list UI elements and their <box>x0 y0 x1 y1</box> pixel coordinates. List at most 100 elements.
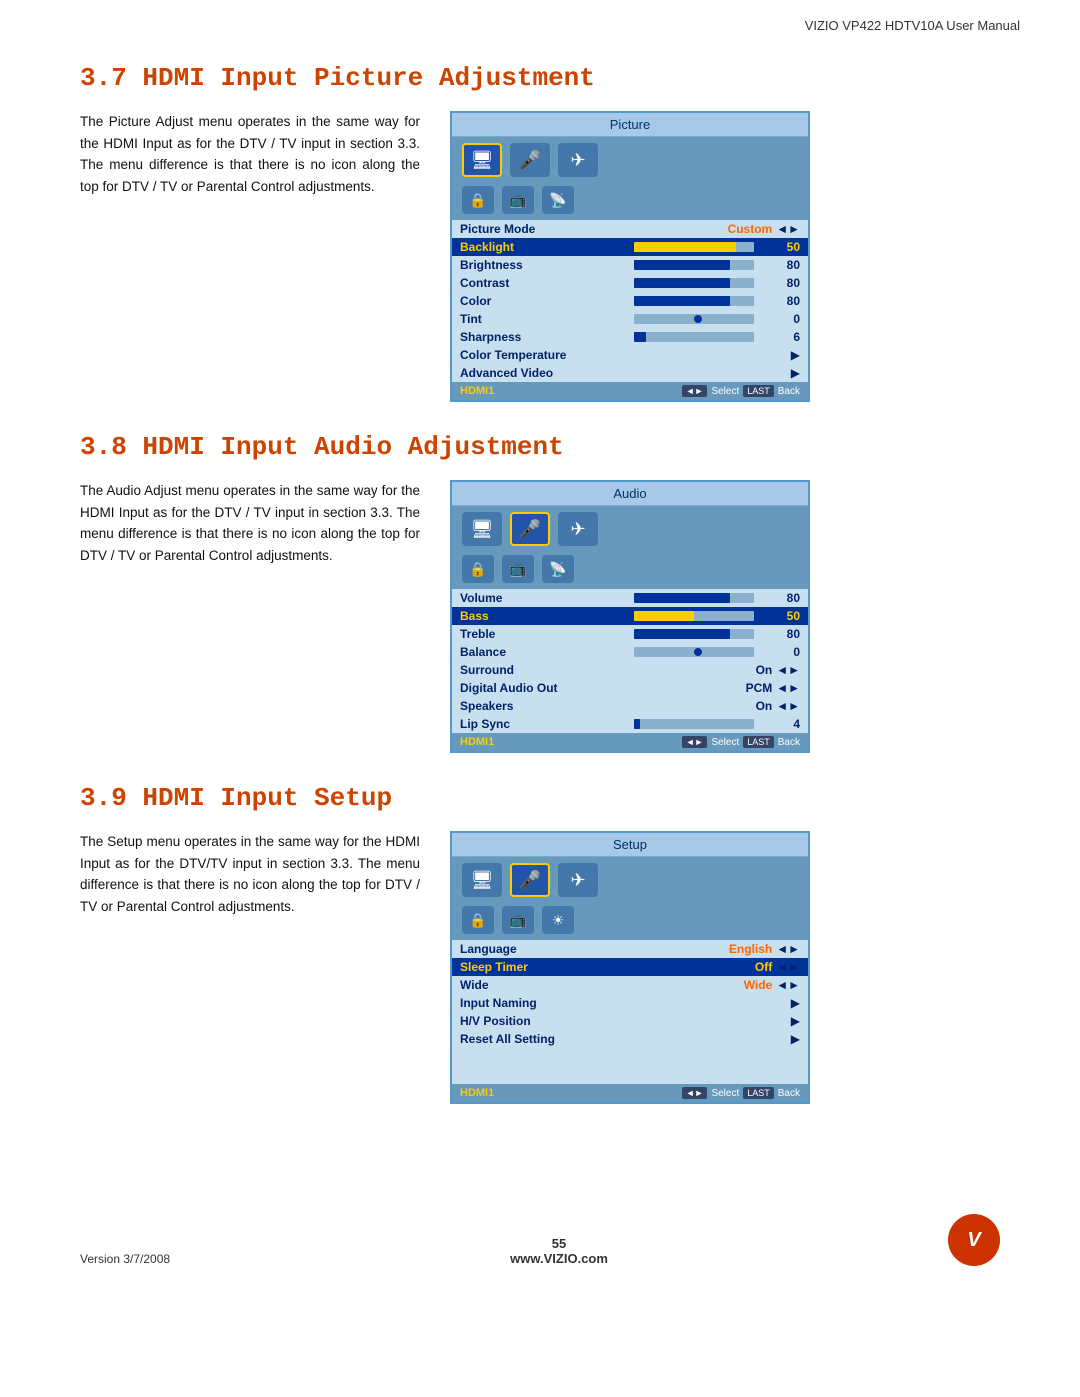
audio-icon-setup: ✈ <box>558 512 598 546</box>
picture-icon-small1: 🔒 <box>462 186 494 214</box>
volume-label: Volume <box>460 591 628 605</box>
color-value: 80 <box>760 294 800 308</box>
wide-value: Wide <box>744 978 773 992</box>
picture-menu-title: Picture <box>452 113 808 137</box>
bass-bar-fill <box>634 611 694 621</box>
version-text: Version 3/7/2008 <box>80 1252 170 1266</box>
color-temp-arrow: ▶ <box>791 348 800 362</box>
hv-position-label: H/V Position <box>460 1014 625 1028</box>
section-38-row: The Audio Adjust menu operates in the sa… <box>80 480 1000 753</box>
audio-select-label: Select <box>711 737 739 748</box>
audio-nav-btn: ◄► <box>682 736 708 748</box>
sharpness-label: Sharpness <box>460 330 628 344</box>
reset-all-label: Reset All Setting <box>460 1032 625 1046</box>
tint-bar <box>634 314 754 324</box>
section-38-title: 3.8 HDMI Input Audio Adjustment <box>80 432 1000 462</box>
picture-icon-mic: 🎤 <box>510 143 550 177</box>
treble-label: Treble <box>460 627 628 641</box>
picture-nav-btn: ◄► <box>682 385 708 397</box>
picture-select-label: Select <box>711 386 739 397</box>
input-naming-row: Input Naming ▶ <box>452 994 808 1012</box>
picture-mode-value: Custom <box>728 222 773 236</box>
setup-select-label: Select <box>711 1088 739 1099</box>
bass-bar <box>634 611 754 621</box>
tint-value: 0 <box>760 312 800 326</box>
brightness-value: 80 <box>760 258 800 272</box>
surround-row: Surround On ◄► <box>452 661 808 679</box>
page-footer: Version 3/7/2008 55 www.VIZIO.com V <box>0 1194 1080 1286</box>
setup-icon-monitor: 🖥 <box>462 863 502 897</box>
volume-bar-fill <box>634 593 730 603</box>
input-naming-arrow: ▶ <box>791 996 800 1010</box>
setup-nav-btn: ◄► <box>682 1087 708 1099</box>
advanced-video-label: Advanced Video <box>460 366 625 380</box>
color-row: Color 80 <box>452 292 808 310</box>
audio-icon-small2: 📺 <box>502 555 534 583</box>
setup-menu-box: Setup 🖥 🎤 ✈ 🔒 📺 ☀ Language Engl <box>450 831 810 1104</box>
advanced-video-arrow: ▶ <box>791 366 800 380</box>
color-bar-fill <box>634 296 730 306</box>
setup-icon-small3: ☀ <box>542 906 574 934</box>
picture-icons-row2: 🔒 📺 📡 <box>452 183 808 220</box>
volume-value: 80 <box>760 591 800 605</box>
section-37-image: Picture 🖥 🎤 ✈ 🔒 📺 📡 Picture Mode Custom <box>450 111 1000 402</box>
volume-row: Volume 80 <box>452 589 808 607</box>
setup-menu-footer: HDMI1 ◄► Select LAST Back <box>452 1084 808 1102</box>
brightness-label: Brightness <box>460 258 628 272</box>
digital-audio-arrow: ◄► <box>776 681 800 695</box>
setup-menu-body: Language English ◄► Sleep Timer Off ◄► <box>452 940 808 1084</box>
advanced-video-row: Advanced Video ▶ <box>452 364 808 382</box>
contrast-bar-fill <box>634 278 730 288</box>
footer-logo-area: V <box>948 1214 1000 1266</box>
vizio-logo: V <box>948 1214 1000 1266</box>
picture-back-label: Back <box>778 386 800 397</box>
treble-bar <box>634 629 754 639</box>
surround-label: Surround <box>460 663 596 677</box>
lip-sync-bar-fill <box>634 719 640 729</box>
audio-icon-small1: 🔒 <box>462 555 494 583</box>
section-39-image: Setup 🖥 🎤 ✈ 🔒 📺 ☀ Language Engl <box>450 831 1000 1104</box>
reset-all-row: Reset All Setting ▶ <box>452 1030 808 1048</box>
section-39-text: The Setup menu operates in the same way … <box>80 831 420 917</box>
brightness-bar <box>634 260 754 270</box>
section-37-title: 3.7 HDMI Input Picture Adjustment <box>80 63 1000 93</box>
surround-value: On <box>732 663 772 677</box>
surround-arrow: ◄► <box>776 663 800 677</box>
color-bar <box>634 296 754 306</box>
tint-label: Tint <box>460 312 628 326</box>
lip-sync-value: 4 <box>760 717 800 731</box>
brightness-row: Brightness 80 <box>452 256 808 274</box>
audio-menu-body: Volume 80 Bass 50 <box>452 589 808 733</box>
picture-icons-row1: 🖥 🎤 ✈ <box>452 137 808 183</box>
picture-mode-row: Picture Mode Custom ◄► <box>452 220 808 238</box>
sharpness-bar <box>634 332 754 342</box>
setup-icon-mic: 🎤 <box>510 863 550 897</box>
language-label: Language <box>460 942 594 956</box>
bass-value: 50 <box>760 609 800 623</box>
setup-icons-row1: 🖥 🎤 ✈ <box>452 857 808 903</box>
wide-label: Wide <box>460 978 602 992</box>
audio-back-label: Back <box>778 737 800 748</box>
picture-icon-monitor: 🖥 <box>462 143 502 177</box>
tint-row: Tint 0 <box>452 310 808 328</box>
section-37-row: The Picture Adjust menu operates in the … <box>80 111 1000 402</box>
audio-footer-nav: ◄► Select LAST Back <box>682 736 800 748</box>
footer-center: 55 www.VIZIO.com <box>510 1236 608 1266</box>
treble-value: 80 <box>760 627 800 641</box>
hv-position-row: H/V Position ▶ <box>452 1012 808 1030</box>
page-number: 55 <box>510 1236 608 1251</box>
lip-sync-bar <box>634 719 754 729</box>
picture-mode-arrow: ◄► <box>776 222 800 236</box>
picture-footer-nav: ◄► Select LAST Back <box>682 385 800 397</box>
audio-menu-title: Audio <box>452 482 808 506</box>
setup-menu-title: Setup <box>452 833 808 857</box>
language-value: English <box>729 942 772 956</box>
contrast-bar <box>634 278 754 288</box>
treble-bar-fill <box>634 629 730 639</box>
backlight-bar-fill <box>634 242 736 252</box>
tint-bar-dot <box>694 315 702 323</box>
section-39-title: 3.9 HDMI Input Setup <box>80 783 1000 813</box>
picture-footer-source: HDMI1 <box>460 385 494 397</box>
setup-footer-nav: ◄► Select LAST Back <box>682 1087 800 1099</box>
speakers-arrow: ◄► <box>776 699 800 713</box>
